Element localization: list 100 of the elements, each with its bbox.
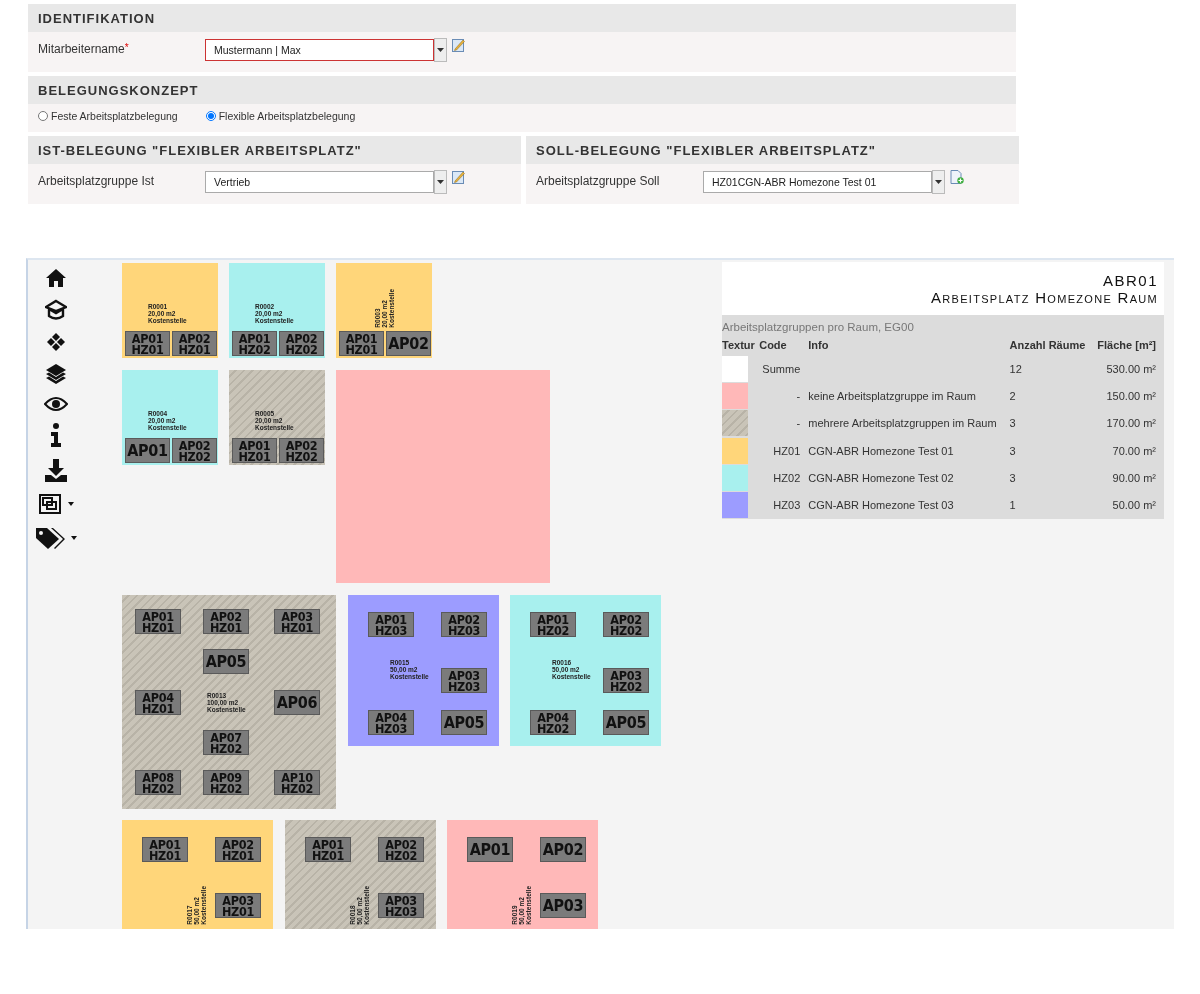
radio-button[interactable] — [38, 111, 48, 121]
workplace-tag[interactable]: AP03 — [540, 893, 586, 918]
workplace-tag[interactable]: AP02 HZ02 — [172, 438, 217, 463]
tag-icon[interactable] — [35, 526, 65, 550]
legend-subtitle: Arbeitsplatz Homezone Raum — [931, 288, 1158, 306]
table-cell-text: 3 — [1009, 416, 1017, 432]
field-label: Arbeitsplatzgruppe Soll — [536, 173, 661, 188]
table-cell: HZ02 — [759, 464, 809, 492]
workplace-tag[interactable]: AP06 — [274, 690, 320, 715]
workplace-tag[interactable]: AP01 HZ01 — [125, 331, 170, 356]
workplace-tag[interactable]: AP02 HZ02 — [378, 837, 424, 862]
radio-label[interactable]: Flexible Arbeitsplatzbelegung — [218, 110, 356, 122]
caret-icon[interactable] — [437, 180, 444, 184]
workplace-tag[interactable]: AP05 — [203, 649, 249, 674]
workplace-tag[interactable]: AP02 HZ02 — [279, 438, 324, 463]
caret-icon[interactable] — [68, 502, 74, 506]
workplace-tag[interactable]: AP01 HZ01 — [339, 331, 384, 356]
workplace-tag[interactable]: AP01 HZ01 — [232, 438, 277, 463]
table-cell-text: 3 — [1009, 470, 1017, 486]
legend-title: ABR01 — [1102, 271, 1158, 289]
table-cell: CGN-ABR Homezone Test 03 — [808, 491, 1010, 519]
table-cell-text: 530.00 m² — [1105, 361, 1157, 377]
workplace-tag[interactable]: AP02 — [386, 331, 431, 356]
column-header: Fläche [m²] — [1096, 339, 1157, 353]
workplace-tag[interactable]: AP04 HZ01 — [135, 690, 181, 715]
select-field[interactable]: Mustermann | Max — [205, 39, 434, 61]
table-cell-text: 3 — [1009, 443, 1017, 459]
caret-icon[interactable] — [437, 48, 444, 52]
workplace-tag[interactable]: AP01 HZ03 — [368, 612, 414, 637]
workplace-tag[interactable]: AP02 HZ01 — [203, 609, 249, 634]
table-cell: keine Arbeitsplatzgruppe im Raum — [808, 382, 1010, 410]
field-label: Mitarbeitername$^{*}$ — [38, 41, 130, 56]
layers-icon[interactable] — [45, 363, 67, 385]
table-cell-text: 170.00 m² — [1105, 416, 1157, 432]
workplace-tag[interactable]: AP03 HZ02 — [603, 668, 649, 693]
table-cell-text: 90.00 m² — [1111, 470, 1157, 486]
workplace-tag[interactable]: AP01 — [467, 837, 513, 862]
workplace-tag[interactable]: AP10 HZ02 — [274, 770, 320, 795]
column-header: Anzahl Räume — [1009, 339, 1087, 353]
dropdown-button[interactable] — [434, 170, 447, 194]
workplace-tag[interactable]: AP03 HZ03 — [378, 893, 424, 918]
workplace-tag[interactable]: AP01 — [125, 438, 170, 463]
table-cell-text: 2 — [1009, 388, 1017, 404]
home-icon[interactable] — [45, 268, 67, 288]
workplace-tag[interactable]: AP03 HZ01 — [215, 893, 261, 918]
workplace-tag[interactable]: AP01 HZ01 — [142, 837, 188, 862]
column-header: Info — [808, 339, 1010, 355]
table-cell: HZ03 — [759, 491, 809, 519]
workplace-tag[interactable]: AP05 — [441, 710, 487, 735]
workplace-tag[interactable]: AP01 HZ01 — [135, 609, 181, 634]
workplace-tag[interactable]: AP03 HZ03 — [441, 668, 487, 693]
workplace-tag[interactable]: AP01 HZ01 — [305, 837, 351, 862]
workplace-tag[interactable]: AP01 HZ02 — [530, 612, 576, 637]
select-field[interactable]: Vertrieb — [205, 171, 434, 193]
table-cell-text: 150.00 m² — [1105, 388, 1157, 404]
dropdown-button[interactable] — [434, 38, 447, 62]
edit-note-icon[interactable] — [452, 170, 465, 184]
dropdown-button[interactable] — [932, 170, 945, 194]
workplace-tag[interactable]: AP04 HZ02 — [530, 710, 576, 735]
table-cell-text: - — [795, 416, 802, 432]
info-icon[interactable] — [50, 423, 62, 447]
legend-caption: Arbeitsplatzgruppen pro Raum, EG00 — [722, 321, 915, 335]
workplace-tag[interactable]: AP02 HZ02 — [603, 612, 649, 637]
edit-note-icon[interactable] — [452, 38, 465, 52]
section-header: IDENTIFIKATION — [28, 4, 1016, 32]
table-cell: CGN-ABR Homezone Test 01 — [808, 436, 1010, 465]
download-icon[interactable] — [44, 458, 68, 482]
table-cell: mehrere Arbeitsplatzgruppen im Raum — [808, 409, 1010, 437]
table-cell: CGN-ABR Homezone Test 02 — [808, 464, 1010, 492]
eye-icon[interactable] — [44, 396, 68, 412]
workplace-tag[interactable]: AP07 HZ02 — [203, 730, 249, 755]
caret-icon[interactable] — [71, 536, 77, 540]
table-cell-text: 12 — [1009, 361, 1023, 377]
workplace-tag[interactable]: AP09 HZ02 — [203, 770, 249, 795]
workplace-tag[interactable]: AP04 HZ03 — [368, 710, 414, 735]
workplace-tag[interactable]: AP02 HZ02 — [279, 331, 324, 356]
workplace-tag[interactable]: AP05 — [603, 710, 649, 735]
workplace-tag[interactable]: AP02 HZ01 — [172, 331, 217, 356]
frame-icon[interactable] — [38, 493, 62, 515]
table-cell: - — [759, 382, 809, 410]
column-header: Code — [759, 339, 788, 353]
table-cell-text: 70.00 m² — [1111, 443, 1157, 459]
table-cell: HZ01 — [759, 436, 809, 465]
radio-button[interactable] — [205, 111, 216, 121]
add-document-icon[interactable] — [950, 170, 964, 184]
radio-label[interactable]: Feste Arbeitsplatzbelegung — [51, 110, 178, 122]
section-header: IST-BELEGUNG "FLEXIBLER ARBEITSPLATZ" — [28, 136, 521, 164]
select-field[interactable]: HZ01CGN-ABR Homezone Test 01 — [703, 171, 932, 193]
workplace-tag[interactable]: AP02 HZ01 — [215, 837, 261, 862]
diamond-cluster-icon[interactable] — [46, 332, 66, 352]
workplace-tag[interactable]: AP02 HZ03 — [441, 612, 487, 637]
workplace-tag[interactable]: AP01 HZ02 — [232, 331, 277, 356]
caret-icon[interactable] — [935, 180, 942, 184]
table-cell-text: Summe — [761, 361, 802, 377]
column-header: Textur — [722, 339, 760, 355]
workplace-tag[interactable]: AP02 — [540, 837, 586, 862]
workplace-tag[interactable]: AP08 HZ02 — [135, 770, 181, 795]
section-header: SOLL-BELEGUNG "FLEXIBLER ARBEITSPLATZ" — [526, 136, 1019, 164]
field-label: Arbeitsplatzgruppe Ist — [38, 173, 156, 188]
workplace-tag[interactable]: AP03 HZ01 — [274, 609, 320, 634]
